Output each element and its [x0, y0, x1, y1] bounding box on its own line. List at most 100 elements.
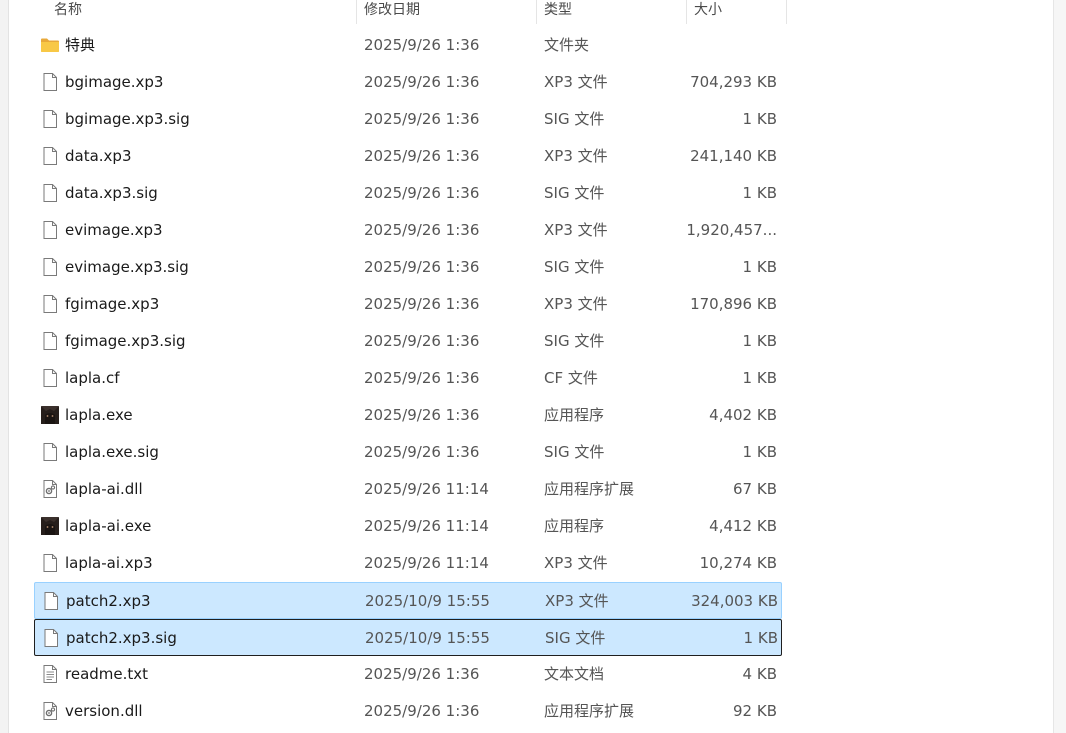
dll-icon: [40, 479, 60, 499]
file-modified-date: 2025/9/26 1:36: [364, 665, 480, 683]
file-row[interactable]: fgimage.xp3.sig 2025/9/26 1:36 SIG 文件 1 KB: [34, 323, 782, 360]
file-size: 4,402 KB: [709, 406, 777, 424]
file-name: lapla.cf: [65, 369, 120, 387]
file-modified-date: 2025/9/26 1:36: [364, 73, 480, 91]
file-type: XP3 文件: [544, 554, 608, 572]
file-name: bgimage.xp3.sig: [65, 110, 190, 128]
file-type: 应用程序: [544, 406, 605, 424]
file-row[interactable]: readme.txt 2025/9/26 1:36 文本文档 4 KB: [34, 656, 782, 693]
file-size: 1 KB: [742, 258, 777, 276]
file-row[interactable]: lapla.exe 2025/9/26 1:36 应用程序 4,402 KB: [34, 397, 782, 434]
file-modified-date: 2025/9/26 1:36: [364, 110, 480, 128]
file-modified-date: 2025/9/26 1:36: [364, 36, 480, 54]
file-icon: [40, 294, 60, 314]
column-header-size[interactable]: 大小: [694, 0, 722, 24]
file-type: 应用程序扩展: [544, 480, 635, 498]
file-type: 文件夹: [544, 36, 590, 54]
column-divider[interactable]: [686, 0, 687, 24]
file-name: patch2.xp3.sig: [66, 629, 177, 647]
file-modified-date: 2025/9/26 1:36: [364, 406, 480, 424]
file-modified-date: 2025/9/26 1:36: [364, 295, 480, 313]
file-type: SIG 文件: [544, 443, 605, 461]
file-name: evimage.xp3: [65, 221, 163, 239]
file-modified-date: 2025/10/9 15:55: [365, 629, 490, 647]
column-header-date[interactable]: 修改日期: [364, 0, 420, 24]
file-modified-date: 2025/9/26 11:14: [364, 517, 489, 535]
file-name: data.xp3: [65, 147, 132, 165]
file-size: 92 KB: [733, 702, 777, 720]
file-type: XP3 文件: [544, 295, 608, 313]
file-row[interactable]: lapla-ai.xp3 2025/9/26 11:14 XP3 文件 10,274 …: [34, 545, 782, 582]
file-icon: [40, 442, 60, 462]
file-row[interactable]: evimage.xp3 2025/9/26 1:36 XP3 文件 1,920,457…: [34, 212, 782, 249]
file-row[interactable]: patch2.xp3 2025/10/9 15:55 XP3 文件 324,003 K…: [34, 582, 782, 619]
file-size: 1 KB: [742, 184, 777, 202]
column-header-name[interactable]: 名称: [54, 0, 82, 24]
file-row[interactable]: fgimage.xp3 2025/9/26 1:36 XP3 文件 170,896 K…: [34, 286, 782, 323]
file-size: 1 KB: [742, 332, 777, 350]
file-icon: [40, 146, 60, 166]
file-modified-date: 2025/9/26 1:36: [364, 369, 480, 387]
column-header-type[interactable]: 类型: [544, 0, 572, 24]
file-name: fgimage.xp3.sig: [65, 332, 186, 350]
app-icon: [40, 405, 60, 425]
file-type: SIG 文件: [544, 110, 605, 128]
navigation-pane-edge: [0, 0, 9, 733]
file-size: [674, 27, 777, 64]
file-modified-date: 2025/9/26 1:36: [364, 443, 480, 461]
column-divider[interactable]: [786, 0, 787, 24]
file-name: patch2.xp3: [66, 592, 151, 610]
file-type: SIG 文件: [544, 184, 605, 202]
column-header-bar: 名称 修改日期 类型 大小: [34, 0, 787, 24]
file-icon: [40, 183, 60, 203]
file-row[interactable]: lapla.cf 2025/9/26 1:36 CF 文件 1 KB: [34, 360, 782, 397]
file-name: readme.txt: [65, 665, 149, 683]
file-size: 10,274 KB: [699, 554, 777, 572]
file-name: 特典: [65, 36, 96, 54]
file-name: lapla-ai.dll: [65, 480, 143, 498]
file-size: 4 KB: [742, 665, 777, 683]
file-name: lapla.exe.sig: [65, 443, 159, 461]
file-type: XP3 文件: [544, 73, 608, 91]
file-icon: [40, 368, 60, 388]
file-type: 文本文档: [544, 665, 605, 683]
file-row[interactable]: data.xp3 2025/9/26 1:36 XP3 文件 241,140 KB: [34, 138, 782, 175]
file-size: 67 KB: [733, 480, 777, 498]
file-row[interactable]: 特典 2025/9/26 1:36 文件夹: [34, 27, 782, 64]
file-modified-date: 2025/10/9 15:55: [365, 592, 490, 610]
file-size: 1 KB: [742, 369, 777, 387]
file-size: 324,003 KB: [691, 592, 778, 610]
file-row[interactable]: evimage.xp3.sig 2025/9/26 1:36 SIG 文件 1 KB: [34, 249, 782, 286]
file-icon: [41, 591, 61, 611]
file-row[interactable]: lapla.exe.sig 2025/9/26 1:36 SIG 文件 1 KB: [34, 434, 782, 471]
file-row[interactable]: data.xp3.sig 2025/9/26 1:36 SIG 文件 1 KB: [34, 175, 782, 212]
file-row[interactable]: lapla-ai.exe 2025/9/26 11:14 应用程序 4,412 KB: [34, 508, 782, 545]
file-type: XP3 文件: [545, 592, 609, 610]
file-name: bgimage.xp3: [65, 73, 164, 91]
file-row[interactable]: lapla-ai.dll 2025/9/26 11:14 应用程序扩展 67 KB: [34, 471, 782, 508]
file-icon: [40, 109, 60, 129]
file-row[interactable]: version.dll 2025/9/26 1:36 应用程序扩展 92 KB: [34, 693, 782, 730]
file-modified-date: 2025/9/26 1:36: [364, 184, 480, 202]
file-icon: [40, 331, 60, 351]
file-row[interactable]: patch2.xp3.sig 2025/10/9 15:55 SIG 文件 1 KB: [34, 619, 782, 656]
app-icon: [40, 516, 60, 536]
file-name: data.xp3.sig: [65, 184, 158, 202]
column-divider[interactable]: [356, 0, 357, 24]
vertical-scrollbar[interactable]: [1053, 0, 1066, 733]
column-divider[interactable]: [536, 0, 537, 24]
text-file-icon: [40, 664, 60, 684]
file-icon: [41, 628, 61, 648]
file-type: XP3 文件: [544, 147, 608, 165]
file-row[interactable]: bgimage.xp3 2025/9/26 1:36 XP3 文件 704,293 K…: [34, 64, 782, 101]
file-size: 1,920,457...: [686, 221, 777, 239]
file-icon: [40, 72, 60, 92]
file-modified-date: 2025/9/26 1:36: [364, 702, 480, 720]
file-type: 应用程序: [544, 517, 605, 535]
file-row[interactable]: bgimage.xp3.sig 2025/9/26 1:36 SIG 文件 1 KB: [34, 101, 782, 138]
file-type: 应用程序扩展: [544, 702, 635, 720]
file-size: 1 KB: [743, 629, 778, 647]
file-modified-date: 2025/9/26 1:36: [364, 221, 480, 239]
file-name: evimage.xp3.sig: [65, 258, 189, 276]
dll-icon: [40, 701, 60, 721]
